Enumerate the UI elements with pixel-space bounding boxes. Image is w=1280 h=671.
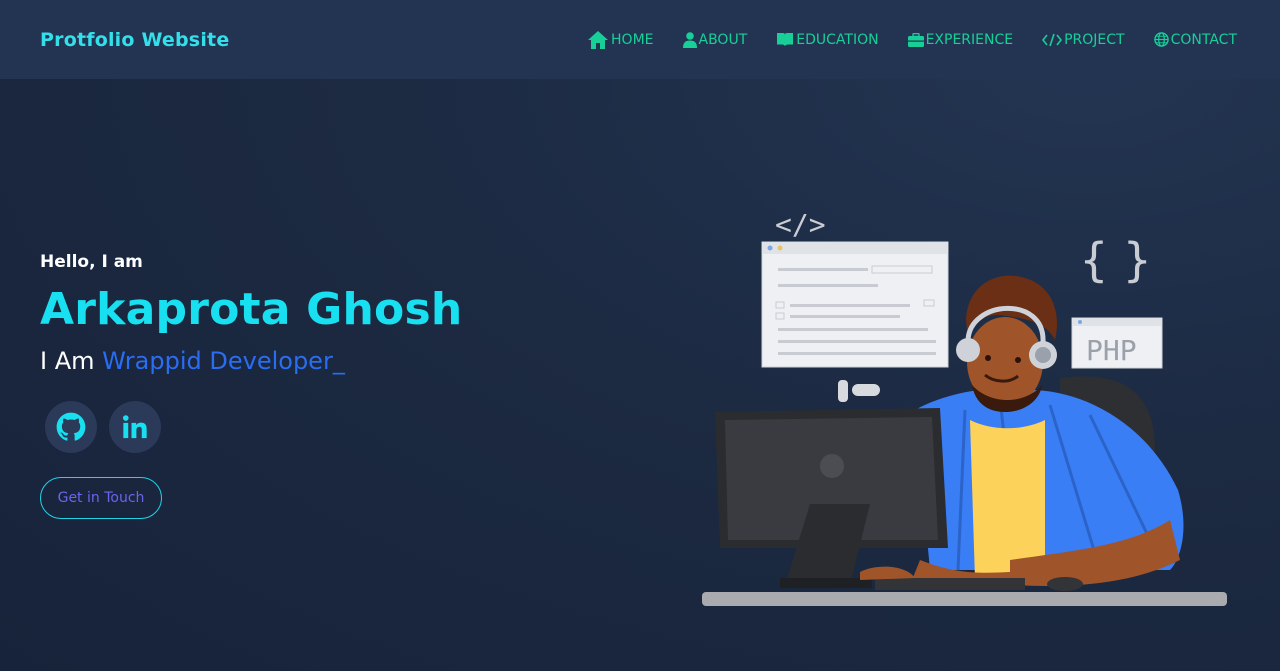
nav-link-label: CONTACT bbox=[1170, 31, 1237, 48]
nav-link-label: ABOUT bbox=[698, 31, 748, 48]
hero-name: Arkaprota Ghosh bbox=[40, 284, 463, 335]
nav-links: HOME ABOUT EDUCATION EXPERIENCE PROJECT … bbox=[587, 30, 1237, 50]
globe-icon bbox=[1153, 32, 1169, 47]
monitor-graphic bbox=[715, 408, 948, 588]
php-tag-graphic: PHP bbox=[1071, 317, 1163, 369]
role-typed-text: Wrappid Developer bbox=[102, 347, 333, 375]
nav-link-label: PROJECT bbox=[1064, 31, 1125, 48]
nav-link-label: EXPERIENCE bbox=[925, 31, 1014, 48]
braces-symbol-text: { } bbox=[1080, 233, 1146, 287]
linkedin-icon bbox=[122, 415, 147, 439]
role-prefix: I Am bbox=[40, 347, 95, 375]
code-symbol-text: </> bbox=[775, 208, 826, 241]
get-in-touch-button[interactable]: Get in Touch bbox=[40, 477, 162, 519]
nav-link-project[interactable]: PROJECT bbox=[1042, 32, 1125, 48]
nav-link-home[interactable]: HOME bbox=[587, 30, 654, 50]
nav-link-about[interactable]: ABOUT bbox=[682, 31, 748, 48]
book-icon bbox=[777, 33, 794, 46]
home-icon bbox=[588, 30, 609, 49]
nav-link-experience[interactable]: EXPERIENCE bbox=[907, 31, 1014, 48]
code-window-graphic bbox=[761, 241, 949, 368]
developer-illustration: </> { } PHP bbox=[702, 208, 1227, 606]
nav-link-label: EDUCATION bbox=[796, 31, 879, 48]
nav-link-label: HOME bbox=[611, 31, 654, 48]
social-links bbox=[45, 401, 462, 453]
brand-title[interactable]: Protfolio Website bbox=[40, 29, 229, 51]
code-icon bbox=[1042, 33, 1063, 46]
navbar: Protfolio Website HOME ABOUT EDUCATION E… bbox=[0, 0, 1280, 79]
nav-link-contact[interactable]: CONTACT bbox=[1153, 31, 1237, 48]
hero-intro: Hello, I am Arkaprota Ghosh I Am Wrappid… bbox=[40, 252, 462, 519]
cable-decor bbox=[838, 380, 880, 402]
typing-cursor: _ bbox=[332, 347, 345, 375]
user-icon bbox=[682, 31, 697, 48]
hero-role: I Am Wrappid Developer_ bbox=[40, 347, 462, 375]
github-link[interactable] bbox=[45, 401, 97, 453]
github-icon bbox=[56, 412, 86, 441]
briefcase-icon bbox=[907, 32, 924, 47]
hero-greeting: Hello, I am bbox=[40, 252, 143, 272]
php-tag-label: PHP bbox=[1086, 334, 1137, 367]
linkedin-link[interactable] bbox=[109, 401, 161, 453]
nav-link-education[interactable]: EDUCATION bbox=[776, 31, 879, 48]
